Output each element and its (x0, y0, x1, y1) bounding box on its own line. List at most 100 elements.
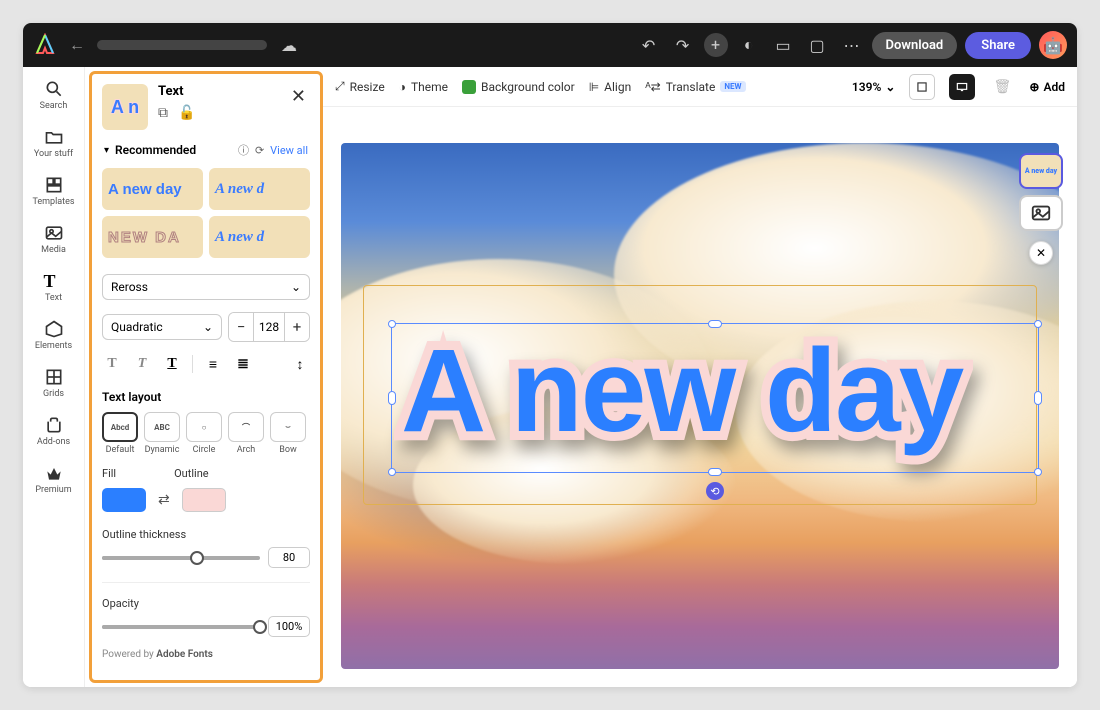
layout-dynamic[interactable]: ABCDynamic (144, 412, 180, 455)
align-left-icon[interactable]: ≡ (203, 354, 223, 374)
underline-icon[interactable]: T (162, 354, 182, 374)
theme-icon: ◑ (399, 80, 406, 94)
rail-item-templates[interactable]: Templates (23, 169, 84, 213)
user-avatar[interactable]: 🤖 (1039, 31, 1067, 59)
outline-label: Outline (174, 467, 209, 480)
redo-icon[interactable]: ↷ (670, 36, 696, 55)
zoom-select[interactable]: 139%⌄ (852, 80, 895, 94)
layout-circle[interactable]: ○Circle (186, 412, 222, 455)
rail-item-addons[interactable]: Add-ons (23, 409, 84, 453)
bgcolor-button[interactable]: Background color (462, 80, 575, 94)
layout-bow[interactable]: ⌣Bow (270, 412, 306, 455)
close-panel-icon[interactable]: ✕ (289, 84, 308, 109)
layer-thumb-text[interactable]: A new day (1019, 153, 1063, 189)
rail-item-media[interactable]: Media (23, 217, 84, 261)
close-float-icon[interactable]: ✕ (1029, 241, 1053, 265)
recommended-label: Recommended (115, 143, 232, 157)
layer-thumb-image[interactable] (1019, 195, 1063, 231)
rail-item-text[interactable]: TText (23, 265, 84, 309)
app-logo-icon[interactable] (33, 33, 57, 57)
opacity-label: Opacity (102, 597, 310, 610)
resize-handle[interactable] (708, 320, 722, 328)
translate-button[interactable]: ᴬ⇄TranslateNEW (645, 80, 745, 94)
style-tile[interactable]: A new d (209, 216, 310, 258)
font-style-select[interactable]: Quadratic⌄ (102, 314, 222, 340)
plus-icon: ⊕ (1029, 80, 1039, 94)
bold-icon[interactable]: T (102, 354, 122, 374)
canvas-toolbar: ⤢Resize ◑Theme Background color ⊫Align ᴬ… (323, 67, 1077, 107)
resize-handle[interactable] (1034, 320, 1042, 328)
resize-handle[interactable] (708, 468, 722, 476)
floating-layer-thumbs: A new day ✕ (1019, 153, 1063, 265)
fill-color-swatch[interactable] (102, 488, 146, 512)
translate-icon: ᴬ⇄ (645, 80, 661, 94)
panel-thumbnail: A n (102, 84, 148, 130)
new-badge: NEW (720, 81, 745, 92)
view-all-link[interactable]: View all (270, 144, 308, 157)
cloud-sync-icon[interactable]: ☁ (275, 36, 303, 55)
style-suggestions-grid: A new day A new d NEW DA A new d (92, 164, 320, 268)
resize-handle[interactable] (388, 320, 396, 328)
refresh-icon[interactable]: ⟳ (255, 144, 264, 157)
duplicate-icon[interactable]: ⧉ (158, 105, 168, 121)
style-tile[interactable]: NEW DA (102, 216, 203, 258)
document-title-skeleton (97, 40, 267, 50)
text-selection-box[interactable]: ⟲ (391, 323, 1039, 473)
decrement-button[interactable]: − (229, 313, 253, 341)
rotate-handle[interactable]: ⟲ (706, 482, 724, 500)
toolbar-present-icon[interactable] (949, 74, 975, 100)
font-size-input[interactable] (253, 313, 285, 341)
outline-thickness-value[interactable] (268, 547, 310, 568)
info-icon[interactable]: ⓘ (238, 142, 249, 158)
resize-handle[interactable] (388, 468, 396, 476)
powered-by-text: Powered by Adobe Fonts (92, 643, 320, 666)
resize-button[interactable]: ⤢Resize (335, 79, 385, 94)
resize-icon: ⤢ (335, 79, 345, 94)
design-canvas[interactable]: A new day ⟲ (341, 143, 1059, 669)
back-arrow-icon[interactable]: ← (65, 35, 89, 55)
chevron-down-icon: ⌄ (291, 280, 301, 294)
lock-icon[interactable]: 🔓 (178, 105, 195, 121)
rail-item-elements[interactable]: Elements (23, 313, 84, 357)
present-icon[interactable]: ▢ (804, 36, 830, 55)
swap-colors-icon[interactable]: ⇄ (158, 492, 170, 508)
resize-handle[interactable] (1034, 391, 1042, 405)
fill-label: Fill (102, 467, 116, 480)
list-icon[interactable]: ≣ (233, 354, 253, 374)
style-tile[interactable]: A new day (102, 168, 203, 210)
opacity-slider[interactable] (102, 625, 260, 629)
style-tile[interactable]: A new d (209, 168, 310, 210)
italic-icon[interactable]: T (132, 354, 152, 374)
opacity-value[interactable] (268, 616, 310, 637)
toolbar-square-icon[interactable] (909, 74, 935, 100)
delete-icon[interactable]: 🗑 (989, 74, 1015, 100)
add-people-icon[interactable]: + (704, 33, 728, 57)
more-icon[interactable]: ⋯ (838, 36, 864, 55)
rail-item-premium[interactable]: Premium (23, 457, 84, 501)
rail-item-your-stuff[interactable]: Your stuff (23, 121, 84, 165)
resize-handle[interactable] (1034, 468, 1042, 476)
undo-icon[interactable]: ↶ (636, 36, 662, 55)
chevron-down-icon[interactable]: ▾ (104, 145, 109, 156)
font-family-select[interactable]: Reross⌄ (102, 274, 310, 300)
share-button[interactable]: Share (965, 32, 1031, 59)
comment-icon[interactable]: ▭ (770, 36, 796, 55)
align-button[interactable]: ⊫Align (589, 80, 631, 94)
chevron-down-icon: ⌄ (203, 320, 213, 334)
add-button[interactable]: ⊕Add (1029, 80, 1065, 94)
theme-button[interactable]: ◑Theme (399, 80, 448, 94)
layout-arch[interactable]: ⌒Arch (228, 412, 264, 455)
rail-item-search[interactable]: Search (23, 73, 84, 117)
panel-title: Text (158, 84, 279, 99)
outline-color-swatch[interactable] (182, 488, 226, 512)
increment-button[interactable]: + (285, 313, 309, 341)
outline-thickness-slider[interactable] (102, 556, 260, 560)
download-button[interactable]: Download (872, 32, 958, 59)
text-properties-panel: A n Text ⧉ 🔓 ✕ ▾ Recommended ⓘ ⟳ View al… (89, 71, 323, 683)
rail-item-grids[interactable]: Grids (23, 361, 84, 405)
spacing-icon[interactable]: ↕ (290, 354, 310, 374)
text-layout-label: Text layout (92, 380, 320, 408)
resize-handle[interactable] (388, 391, 396, 405)
lightbulb-icon[interactable]: ◐ (736, 35, 762, 55)
layout-default[interactable]: AbcdDefault (102, 412, 138, 455)
